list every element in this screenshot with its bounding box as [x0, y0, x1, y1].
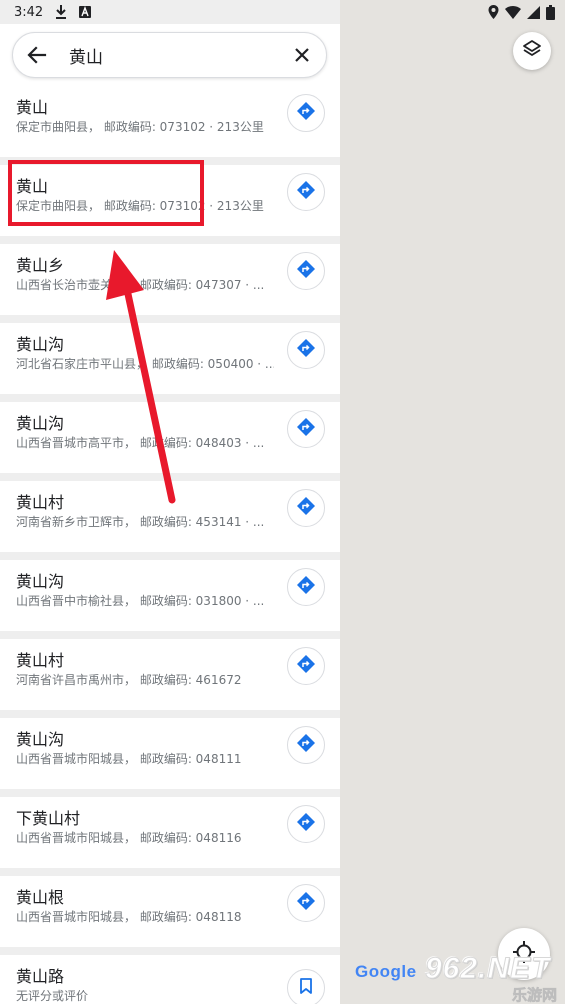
result-item[interactable]: 黄山沟 河北省石家庄市平山县， 邮政编码: 050400 · ... — [0, 323, 340, 394]
arrow-left-icon[interactable] — [25, 43, 49, 67]
directions-button[interactable] — [287, 489, 325, 527]
search-bar-container — [0, 24, 340, 86]
layers-button[interactable] — [513, 32, 551, 70]
search-results-panel: 黄山 保定市曲阳县， 邮政编码: 073102 · 213公里 黄山 保定市曲阳… — [0, 0, 340, 1004]
result-name: 下黄山村 — [16, 809, 81, 828]
result-name: 黄山沟 — [16, 730, 65, 749]
result-item[interactable]: 下黄山村 山西省晋城市阳城县， 邮政编码: 048116 — [0, 797, 340, 868]
directions-icon — [297, 418, 315, 440]
directions-icon — [297, 734, 315, 756]
directions-button[interactable] — [287, 726, 325, 764]
save-button[interactable] — [287, 969, 325, 1004]
result-item[interactable]: 黄山 保定市曲阳县， 邮政编码: 073102 · 213公里 — [0, 165, 340, 236]
directions-icon — [297, 181, 315, 203]
map-view[interactable] — [340, 0, 565, 1004]
result-address: 河南省许昌市禹州市， 邮政编码: 461672 — [16, 673, 242, 687]
result-address: 山西省长治市壶关县， 邮政编码: 047307 · ... — [16, 278, 265, 292]
result-item[interactable]: 黄山 保定市曲阳县， 邮政编码: 073102 · 213公里 — [0, 86, 340, 157]
directions-button[interactable] — [287, 94, 325, 132]
google-logo: Google — [355, 962, 417, 982]
result-address: 保定市曲阳县， 邮政编码: 073102 · 213公里 — [16, 199, 264, 213]
result-item[interactable]: 黄山村 河南省许昌市禹州市， 邮政编码: 461672 — [0, 639, 340, 710]
directions-icon — [297, 813, 315, 835]
directions-button[interactable] — [287, 647, 325, 685]
result-name: 黄山 — [16, 177, 49, 196]
location-icon — [488, 5, 499, 19]
directions-button[interactable] — [287, 331, 325, 369]
directions-button[interactable] — [287, 410, 325, 448]
result-item[interactable]: 黄山乡 山西省长治市壶关县， 邮政编码: 047307 · ... — [0, 244, 340, 315]
directions-icon — [297, 339, 315, 361]
result-address: 山西省晋城市阳城县， 邮政编码: 048118 — [16, 910, 242, 924]
result-item[interactable]: 黄山路 无评分或评价 — [0, 955, 340, 1004]
result-address: 河南省新乡市卫辉市， 邮政编码: 453141 · ... — [16, 515, 265, 529]
result-name: 黄山沟 — [16, 414, 65, 433]
directions-icon — [297, 497, 315, 519]
layers-icon — [522, 39, 542, 63]
bookmark-icon — [299, 978, 313, 998]
result-address: 山西省晋中市榆社县， 邮政编码: 031800 · ... — [16, 594, 265, 608]
google-logo-text: Google — [355, 962, 417, 981]
result-name: 黄山根 — [16, 888, 65, 907]
result-name: 黄山村 — [16, 651, 65, 670]
result-item[interactable]: 黄山沟 山西省晋城市阳城县， 邮政编码: 048111 — [0, 718, 340, 789]
download-icon — [55, 5, 67, 19]
wifi-icon — [505, 5, 521, 19]
result-address: 山西省晋城市阳城县， 邮政编码: 048111 — [16, 752, 242, 766]
results-list: 黄山 保定市曲阳县， 邮政编码: 073102 · 213公里 黄山 保定市曲阳… — [0, 86, 340, 1004]
result-name: 黄山路 — [16, 967, 65, 986]
close-icon[interactable] — [290, 43, 314, 67]
directions-button[interactable] — [287, 884, 325, 922]
battery-icon — [546, 4, 555, 20]
watermark-text: 962.NET — [425, 952, 551, 986]
directions-icon — [297, 260, 315, 282]
watermark-subtext: 乐游网 — [511, 986, 558, 1004]
result-name: 黄山 — [16, 98, 49, 117]
search-input[interactable] — [69, 45, 290, 65]
result-item[interactable]: 黄山沟 山西省晋城市高平市， 邮政编码: 048403 · ... — [0, 402, 340, 473]
result-address: 保定市曲阳县， 邮政编码: 073102 · 213公里 — [16, 120, 264, 134]
result-address: 山西省晋城市高平市， 邮政编码: 048403 · ... — [16, 436, 265, 450]
result-name: 黄山沟 — [16, 572, 65, 591]
result-name: 黄山乡 — [16, 256, 65, 275]
search-box — [12, 32, 327, 78]
directions-button[interactable] — [287, 173, 325, 211]
result-item[interactable]: 黄山沟 山西省晋中市榆社县， 邮政编码: 031800 · ... — [0, 560, 340, 631]
directions-icon — [297, 102, 315, 124]
directions-button[interactable] — [287, 805, 325, 843]
directions-icon — [297, 892, 315, 914]
status-bar: 3:42 — [0, 0, 565, 24]
result-name: 黄山沟 — [16, 335, 65, 354]
directions-button[interactable] — [287, 568, 325, 606]
directions-icon — [297, 576, 315, 598]
result-address: 无评分或评价 — [16, 989, 89, 1003]
watermark: 962.NET 乐游网 — [425, 952, 565, 1004]
signal-icon — [527, 5, 540, 19]
result-name: 黄山村 — [16, 493, 65, 512]
a-notification-icon — [79, 6, 92, 18]
directions-icon — [297, 655, 315, 677]
result-item[interactable]: 黄山村 河南省新乡市卫辉市， 邮政编码: 453141 · ... — [0, 481, 340, 552]
result-item[interactable]: 黄山根 山西省晋城市阳城县， 邮政编码: 048118 — [0, 876, 340, 947]
directions-button[interactable] — [287, 252, 325, 290]
result-address: 山西省晋城市阳城县， 邮政编码: 048116 — [16, 831, 242, 845]
result-address: 河北省石家庄市平山县， 邮政编码: 050400 · ... — [16, 357, 274, 371]
status-time: 3:42 — [14, 4, 44, 20]
